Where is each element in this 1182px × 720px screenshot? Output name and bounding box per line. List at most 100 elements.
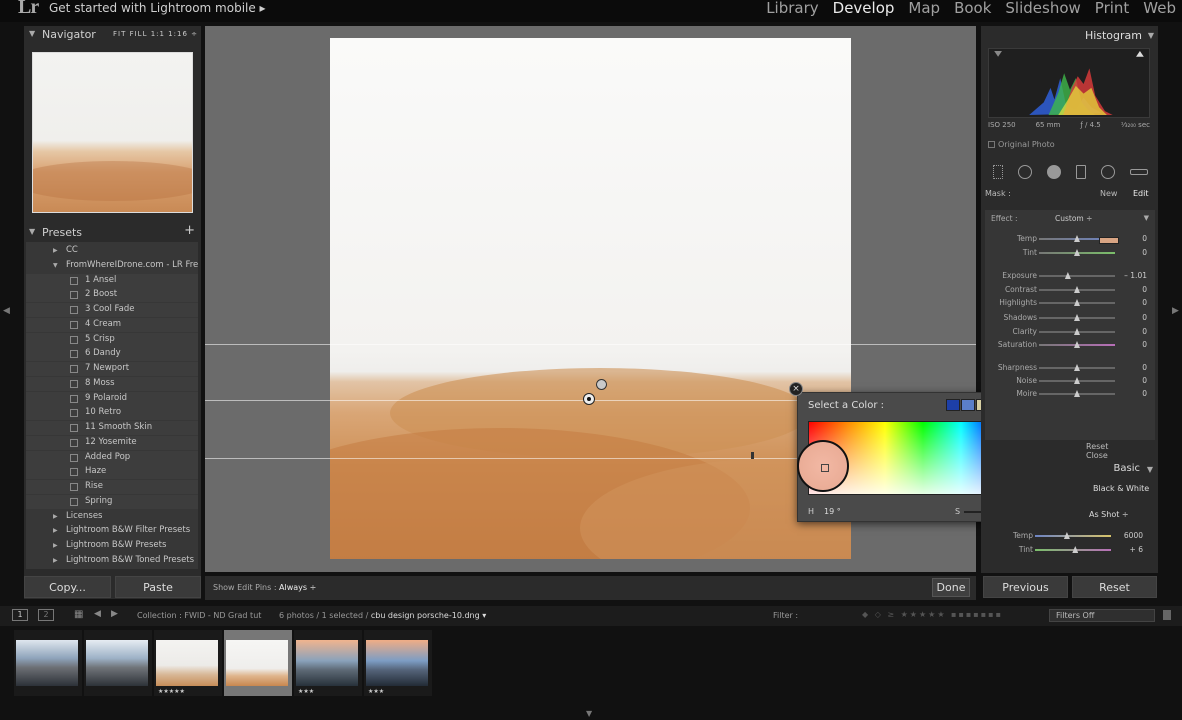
graduated-filter-line-top[interactable] [205,344,976,345]
edit-pin-selected[interactable] [583,393,595,405]
filmstrip-thumbnail[interactable] [224,630,292,696]
white-balance-dropdown[interactable]: As Shot ÷ [1089,510,1129,519]
preset-folder[interactable]: ▶ CC [26,244,198,258]
preset-item[interactable]: 10 Retro [26,406,198,421]
filmstrip-thumbnail[interactable]: ★★★ [364,630,432,696]
filters-dropdown[interactable]: Filters Off [1049,609,1155,622]
spot-removal-icon[interactable] [1017,165,1032,179]
slider-tint[interactable]: Tint 0 [985,247,1155,259]
slider-knob[interactable] [1074,364,1080,371]
radial-filter-icon[interactable] [1100,165,1115,179]
preset-item[interactable]: 5 Crisp [26,332,198,347]
filter-rating-icons[interactable]: ◆ ◇ ≥ ★★★★★ ▪▪▪▪▪▪▪ [862,610,1003,619]
mask-reset-button[interactable]: Reset [1086,442,1108,451]
slider-saturation[interactable]: Saturation 0 [985,339,1155,351]
slider-knob[interactable] [1074,249,1080,256]
filmstrip-thumbnail[interactable]: ★★★ [294,630,362,696]
slider-knob[interactable] [1064,272,1071,279]
module-web[interactable]: Web [1143,0,1176,17]
slider-shadows[interactable]: Shadows 0 [985,312,1155,324]
slider-knob[interactable] [1063,532,1070,539]
original-photo-checkbox[interactable]: Original Photo [988,140,1055,149]
mask-new-button[interactable]: New [1100,189,1117,198]
collection-label[interactable]: Collection : FWID - ND Grad tut [137,611,261,620]
basic-temp-value[interactable]: 6000 [1124,531,1143,540]
slider-knob[interactable] [1074,377,1080,384]
back-arrow-icon[interactable]: ◀ [94,609,101,619]
filmstrip-thumbnail[interactable] [14,630,82,696]
expand-triangle-icon[interactable]: ▶ [53,247,58,254]
filter-lock-icon[interactable] [1163,610,1171,620]
red-eye-icon[interactable] [1046,165,1061,179]
preset-item[interactable]: 7 Newport [26,362,198,376]
slider-value[interactable]: – 1.01 [1124,271,1147,280]
navigator-preview[interactable] [32,52,193,213]
module-slideshow[interactable]: Slideshow [1005,0,1080,17]
filmstrip-thumbnail[interactable] [84,630,152,696]
slider-contrast[interactable]: Contrast 0 [985,284,1155,296]
slider-value[interactable]: 0 [1142,363,1147,372]
secondary-display-button[interactable]: 2 [38,609,54,621]
previous-button[interactable]: Previous [983,576,1068,598]
expand-triangle-icon[interactable]: ▶ [53,557,58,564]
expand-triangle-icon[interactable]: ▶ [53,527,58,534]
module-print[interactable]: Print [1095,0,1130,17]
preset-item[interactable]: 8 Moss [26,376,198,391]
collapse-triangle-icon[interactable]: ▼ [1148,31,1154,40]
slider-sharpness[interactable]: Sharpness 0 [985,362,1155,374]
slider-noise[interactable]: Noise 0 [985,375,1155,387]
basic-panel-header[interactable]: Basic ▼ [981,462,1158,478]
preset-item[interactable]: 4 Cream [26,317,198,332]
mask-color-swatch[interactable] [1099,237,1119,244]
right-panel-toggle-icon[interactable]: ▶ [1172,306,1179,316]
preset-item[interactable]: 1 Ansel [26,273,198,288]
slider-knob[interactable] [1074,390,1080,397]
slider-knob[interactable] [1074,299,1080,306]
basic-tint-value[interactable]: + 6 [1130,545,1143,554]
slider-value[interactable]: 0 [1142,234,1147,243]
paste-button[interactable]: Paste [115,576,201,598]
preset-folder[interactable]: ▶ Lightroom B&W Filter Presets [26,524,198,538]
preset-item[interactable]: Rise [26,480,198,494]
slider-knob[interactable] [1074,235,1080,242]
module-map[interactable]: Map [908,0,940,17]
preset-item[interactable]: 3 Cool Fade [26,303,198,317]
slider-value[interactable]: 0 [1142,389,1147,398]
slider-value[interactable]: 0 [1142,327,1147,336]
mask-edit-button[interactable]: Edit [1133,189,1149,198]
hue-value[interactable]: 19 ° [824,507,841,516]
histogram-title[interactable]: Histogram [1085,29,1142,42]
basic-temp-slider[interactable]: Temp 6000 [981,530,1151,542]
basic-tint-slider[interactable]: Tint + 6 [981,544,1151,556]
grid-view-icon[interactable]: ▦ [74,609,83,620]
photo[interactable] [330,38,851,559]
slider-value[interactable]: 0 [1142,298,1147,307]
filename[interactable]: cbu design porsche-10.dng ▾ [371,611,486,620]
filmstrip-thumbnail[interactable]: ★★★★★ [154,630,222,696]
slider-clarity[interactable]: Clarity 0 [985,326,1155,338]
effect-dropdown[interactable]: Custom ÷ [1055,214,1092,223]
presets-header[interactable]: ▼ Presets [24,224,201,242]
expand-triangle-icon[interactable]: ▶ [53,513,58,520]
module-library[interactable]: Library [766,0,818,17]
module-develop[interactable]: Develop [833,0,895,17]
graduated-filter-icon[interactable] [1075,165,1086,179]
primary-display-button[interactable]: 1 [12,609,28,621]
preset-folder[interactable]: ▼ FromWhereIDrone.com - LR Fre... [26,259,198,273]
preset-item[interactable]: 6 Dandy [26,347,198,362]
mobile-prompt-link[interactable]: Get started with Lightroom mobile ▸ [49,1,266,15]
preset-folder[interactable]: ▶ Lightroom B&W Toned Presets [26,554,198,568]
slider-moire[interactable]: Moire 0 [985,388,1155,400]
slider-highlights[interactable]: Highlights 0 [985,297,1155,309]
color-swatch[interactable] [946,399,960,411]
add-preset-icon[interactable]: + [184,223,195,238]
adjustment-brush-icon[interactable] [1129,169,1148,175]
show-edit-pins-dropdown[interactable]: Always ÷ [279,583,316,592]
preset-item[interactable]: 9 Polaroid [26,391,198,406]
slider-knob[interactable] [1074,314,1080,321]
close-picker-icon[interactable]: × [789,382,803,396]
mask-close-button[interactable]: Close [1086,451,1108,460]
preset-item[interactable]: 12 Yosemite [26,435,198,450]
module-book[interactable]: Book [954,0,991,17]
slider-value[interactable]: 0 [1142,248,1147,257]
